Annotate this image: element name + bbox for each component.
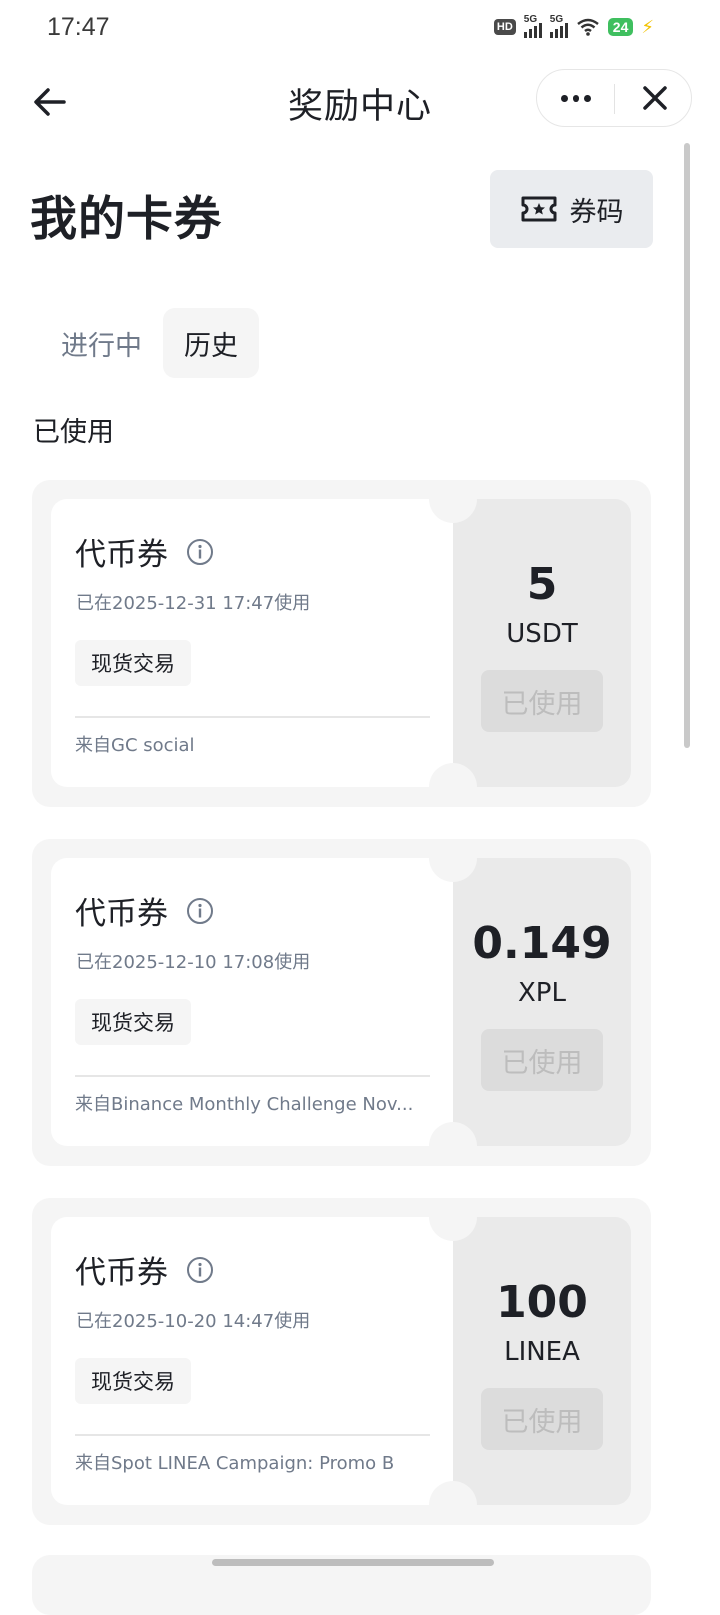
voucher-info-panel: 代币券 已在2025-12-10 17:08使用 现货交易 来自Binance … xyxy=(51,858,453,1146)
voucher-code-label: 券码 xyxy=(569,196,624,228)
voucher-used-date: 已在2025-12-10 17:08使用 xyxy=(76,952,311,973)
status-bar: 17:47 HD 5G 5G 24 ⚡ xyxy=(0,0,720,56)
voucher-code-button[interactable]: 券码 xyxy=(490,170,653,248)
voucher-card: 代币券 已在2025-12-31 17:47使用 现货交易 来自GC socia… xyxy=(32,480,651,807)
voucher-unit: LINEA xyxy=(504,1337,580,1367)
status-time: 17:47 xyxy=(47,13,110,41)
tab-ongoing[interactable]: 进行中 xyxy=(40,308,163,378)
voucher-used-date: 已在2025-10-20 14:47使用 xyxy=(76,1311,311,1332)
voucher-amount: 5 xyxy=(526,559,558,610)
tab-bar: 进行中 历史 xyxy=(40,308,259,378)
home-indicator[interactable] xyxy=(212,1559,494,1566)
voucher-amount-panel: 100 LINEA 已使用 xyxy=(453,1217,631,1505)
scrollbar[interactable] xyxy=(684,143,690,748)
voucher-title: 代币券 xyxy=(75,1255,168,1291)
voucher-ticket: 代币券 已在2025-12-10 17:08使用 现货交易 来自Binance … xyxy=(51,858,631,1146)
ticket-star-icon xyxy=(521,196,556,222)
voucher-ticket: 代币券 已在2025-10-20 14:47使用 现货交易 来自Spot LIN… xyxy=(51,1217,631,1505)
voucher-used-date: 已在2025-12-31 17:47使用 xyxy=(76,593,311,614)
voucher-amount-panel: 0.149 XPL 已使用 xyxy=(453,858,631,1146)
voucher-title: 代币券 xyxy=(75,896,168,932)
voucher-unit: USDT xyxy=(506,619,578,649)
voucher-card: 代币券 已在2025-10-20 14:47使用 现货交易 来自Spot LIN… xyxy=(32,1198,651,1525)
voucher-ticket: 代币券 已在2025-12-31 17:47使用 现货交易 来自GC socia… xyxy=(51,499,631,787)
network-type-label: 5G xyxy=(523,14,538,25)
voucher-info-panel: 代币券 已在2025-12-31 17:47使用 现货交易 来自GC socia… xyxy=(51,499,453,787)
voucher-amount-panel: 5 USDT 已使用 xyxy=(453,499,631,787)
voucher-source: 来自Binance Monthly Challenge Nov... xyxy=(75,1094,414,1115)
voucher-card: 代币券 已在2025-12-10 17:08使用 现货交易 来自Binance … xyxy=(32,839,651,1166)
divider xyxy=(75,1075,430,1077)
info-icon[interactable] xyxy=(186,897,214,925)
battery-icon: 24 xyxy=(607,18,634,36)
voucher-tag: 现货交易 xyxy=(75,999,191,1045)
signal-icon: 5G xyxy=(523,14,542,38)
voucher-unit: XPL xyxy=(518,978,566,1008)
voucher-amount: 0.149 xyxy=(472,918,612,969)
tab-history[interactable]: 历史 xyxy=(163,308,259,378)
charging-icon: ⚡ xyxy=(641,16,654,38)
voucher-source: 来自GC social xyxy=(75,735,195,756)
network-type-label: 5G xyxy=(549,14,564,25)
divider xyxy=(75,716,430,718)
info-icon[interactable] xyxy=(186,1256,214,1284)
divider xyxy=(75,1434,430,1436)
voucher-source: 来自Spot LINEA Campaign: Promo B xyxy=(75,1453,395,1474)
wifi-icon xyxy=(577,18,599,36)
status-icons: HD 5G 5G 24 ⚡ xyxy=(493,14,654,38)
info-icon[interactable] xyxy=(186,538,214,566)
used-button: 已使用 xyxy=(481,1029,603,1091)
more-dots-icon[interactable] xyxy=(561,86,592,110)
voucher-info-panel: 代币券 已在2025-10-20 14:47使用 现货交易 来自Spot LIN… xyxy=(51,1217,453,1505)
used-button: 已使用 xyxy=(481,670,603,732)
nav-bar: 奖励中心 xyxy=(0,58,720,144)
section-label-used: 已使用 xyxy=(33,417,114,448)
voucher-tag: 现货交易 xyxy=(75,1358,191,1404)
voucher-tag: 现货交易 xyxy=(75,640,191,686)
signal-icon: 5G xyxy=(549,14,568,38)
mini-program-capsule xyxy=(536,69,692,127)
used-button: 已使用 xyxy=(481,1388,603,1450)
close-icon[interactable] xyxy=(640,83,670,113)
voucher-title: 代币券 xyxy=(75,537,168,573)
hd-icon: HD xyxy=(493,19,516,35)
capsule-divider xyxy=(614,84,615,114)
page-title: 我的卡券 xyxy=(30,192,222,247)
voucher-amount: 100 xyxy=(496,1277,588,1328)
